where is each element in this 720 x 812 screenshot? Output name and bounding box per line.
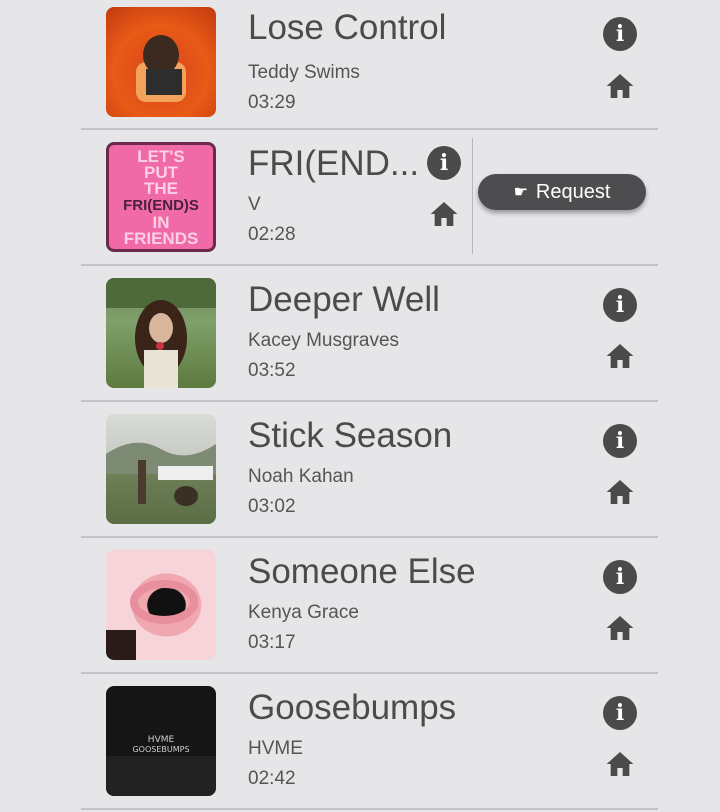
info-icon[interactable]: i [603,17,637,51]
song-artist: V [248,194,261,215]
song-title: Lose Control [248,8,447,47]
song-title: Goosebumps [248,688,457,727]
cover-art [106,442,216,506]
info-icon[interactable]: i [427,146,461,180]
cover-art: HVME GOOSEBUMPS [106,735,216,796]
song-artist: Kenya Grace [248,602,359,623]
cover-art [106,580,198,660]
song-list: Lose Control Teddy Swims 03:29 i LET'S P… [81,0,658,810]
song-artist: Kacey Musgraves [248,330,400,351]
song-duration: 03:02 [248,496,296,517]
song-row[interactable]: Lose Control Teddy Swims 03:29 i [81,0,658,130]
home-icon[interactable] [427,198,461,230]
song-row[interactable]: Someone Else Kenya Grace 03:17 i [81,538,658,674]
request-button[interactable]: ☛ Request [478,174,646,210]
song-duration: 03:17 [248,632,296,653]
song-title: Stick Season [248,416,453,455]
album-cover: HVME GOOSEBUMPS [106,686,216,796]
song-duration: 03:29 [248,92,296,113]
song-title: FRI(END... [248,144,420,183]
song-title: Someone Else [248,552,476,591]
pointing-hand-icon: ☛ [513,184,528,201]
home-icon[interactable] [603,476,637,508]
home-icon[interactable] [603,340,637,372]
song-row[interactable]: HVME GOOSEBUMPS Goosebumps HVME 02:42 i [81,674,658,810]
cover-art [106,278,216,388]
song-duration: 03:52 [248,360,296,381]
home-icon[interactable] [603,70,637,102]
swipe-divider [472,138,473,254]
song-duration: 02:28 [248,224,296,245]
info-icon[interactable]: i [603,288,637,322]
album-cover [106,550,216,660]
album-cover [106,414,216,524]
info-icon[interactable]: i [603,424,637,458]
cover-text: THE [144,179,178,198]
song-artist: Teddy Swims [248,62,360,83]
info-icon[interactable]: i [603,696,637,730]
song-row[interactable]: Stick Season Noah Kahan 03:02 i [81,402,658,538]
song-duration: 02:42 [248,768,296,789]
cover-text: HVME [148,735,175,745]
song-row[interactable]: Deeper Well Kacey Musgraves 03:52 i [81,266,658,402]
cover-text: FRI(END)S [123,197,199,214]
home-icon[interactable] [603,748,637,780]
album-cover [106,278,216,388]
song-title: Deeper Well [248,280,440,319]
cover-text: GOOSEBUMPS [132,745,189,754]
album-cover [106,7,216,117]
album-cover: LET'S PUT THE FRI(END)S IN FRIENDS [106,142,216,252]
song-row[interactable]: LET'S PUT THE FRI(END)S IN FRIENDS FRI(E… [81,130,658,266]
song-artist: Noah Kahan [248,466,354,487]
cover-text: FRIENDS [123,229,199,248]
request-label: Request [535,180,611,203]
home-icon[interactable] [603,612,637,644]
song-artist: HVME [248,738,303,759]
info-icon[interactable]: i [603,560,637,594]
cover-art [136,35,186,102]
